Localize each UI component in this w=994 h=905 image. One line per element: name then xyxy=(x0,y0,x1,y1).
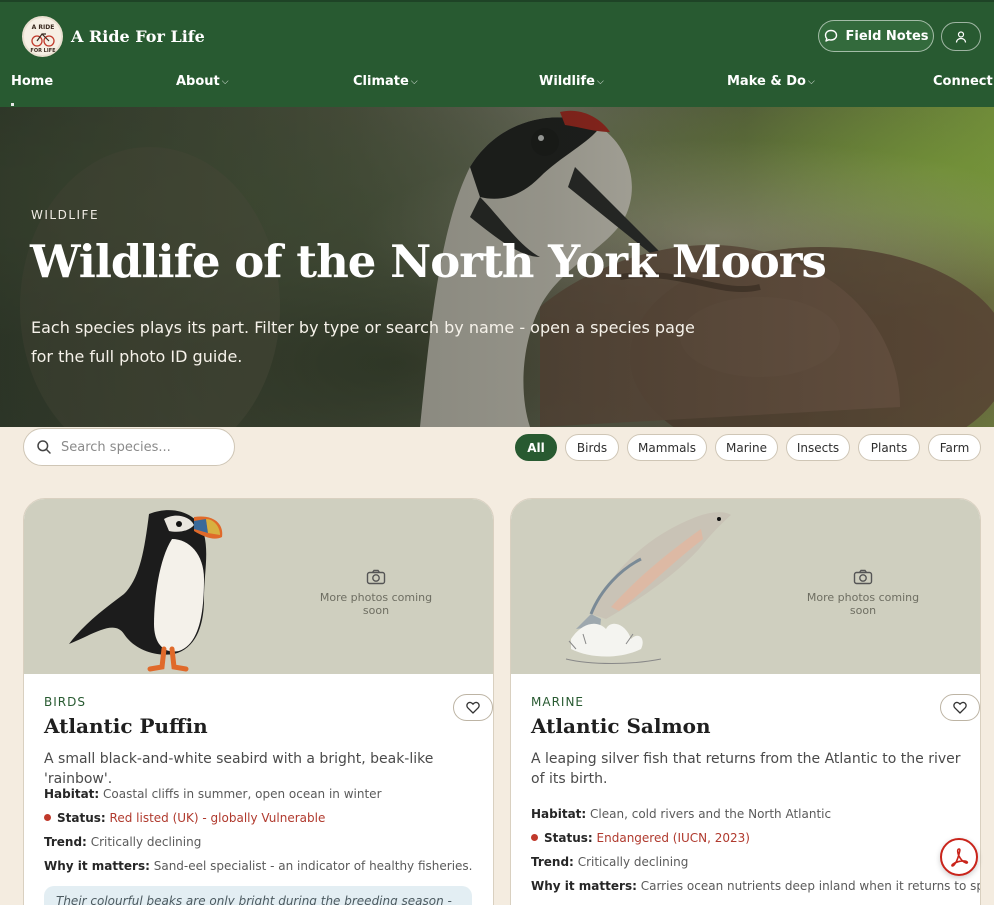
habitat-row: Habitat: Clean, cold rivers and the Nort… xyxy=(531,807,831,821)
filter-insects[interactable]: Insects xyxy=(786,434,850,461)
chevron-down-icon: ⌵ xyxy=(410,76,418,87)
nav-make-do-label: Make & Do xyxy=(727,74,806,89)
trend-row: Trend: Critically declining xyxy=(531,855,688,869)
why-row: Why it matters: Sand-eel specialist - an… xyxy=(44,859,473,873)
why-label: Why it matters: xyxy=(531,879,637,893)
species-card[interactable]: More photos coming soon BIRDS Atlantic P… xyxy=(23,498,494,905)
hero-subtitle: Each species plays its part. Filter by t… xyxy=(31,318,695,366)
field-notes-label: Field Notes xyxy=(845,28,929,44)
heart-icon xyxy=(466,701,480,714)
fun-fact-note: Their colourful beaks are only bright du… xyxy=(44,886,472,905)
habitat-value: Coastal cliffs in summer, open ocean in … xyxy=(103,787,382,801)
species-image: More photos coming soon xyxy=(511,499,980,674)
nav-wildlife-label: Wildlife xyxy=(539,74,595,89)
filter-farm[interactable]: Farm xyxy=(928,434,981,461)
why-value: Sand-eel specialist - an indicator of he… xyxy=(153,859,473,873)
active-nav-indicator xyxy=(11,103,14,106)
habitat-value: Clean, cold rivers and the North Atlanti… xyxy=(590,807,832,821)
species-description: A small black-and-white seabird with a b… xyxy=(44,751,434,787)
trend-value: Critically declining xyxy=(577,855,689,869)
nav-home[interactable]: Home xyxy=(11,74,53,89)
nav-climate-label: Climate xyxy=(353,74,409,89)
nav-about[interactable]: About ⌵ xyxy=(176,74,229,89)
why-value: Carries ocean nutrients deep inland when… xyxy=(640,879,981,893)
nav-connect[interactable]: Connect⌵ xyxy=(933,74,994,89)
photos-coming-soon: More photos coming soon xyxy=(806,591,920,617)
habitat-row: Habitat: Coastal cliffs in summer, open … xyxy=(44,787,382,801)
filter-plants[interactable]: Plants xyxy=(858,434,920,461)
chevron-down-icon: ⌵ xyxy=(221,76,229,87)
photo-placeholder: More photos coming soon xyxy=(311,569,441,617)
nav-climate[interactable]: Climate ⌵ xyxy=(353,74,418,89)
nav-make-do[interactable]: Make & Do ⌵ xyxy=(727,74,815,89)
search-input[interactable] xyxy=(61,439,211,455)
species-image: More photos coming soon xyxy=(24,499,493,674)
camera-icon xyxy=(853,569,873,585)
species-name[interactable]: Atlantic Puffin xyxy=(44,714,208,738)
nav-home-label: Home xyxy=(11,74,54,89)
species-name[interactable]: Atlantic Salmon xyxy=(531,714,711,738)
species-category: MARINE xyxy=(531,695,584,709)
why-row: Why it matters: Carries ocean nutrients … xyxy=(531,879,981,893)
favourite-button[interactable] xyxy=(940,694,980,721)
status-value: Endangered (IUCN, 2023) xyxy=(596,831,750,845)
pdf-icon xyxy=(951,848,969,867)
search-icon xyxy=(37,440,51,454)
why-label: Why it matters: xyxy=(44,859,150,873)
trend-row: Trend: Critically declining xyxy=(44,835,201,849)
nav-about-label: About xyxy=(176,74,220,89)
logo-text-top: A RIDE xyxy=(31,24,54,31)
brand-link[interactable]: A RIDE FOR LIFE A Ride For Life xyxy=(22,16,205,57)
user-icon xyxy=(955,30,967,43)
photos-coming-soon: More photos coming soon xyxy=(319,591,433,617)
photo-placeholder: More photos coming soon xyxy=(798,569,928,617)
pdf-download-button[interactable] xyxy=(940,838,978,876)
hero-kicker: WILDLIFE xyxy=(31,208,100,222)
status-dot-icon xyxy=(44,814,51,821)
chevron-down-icon: ⌵ xyxy=(807,76,815,87)
field-notes-button[interactable]: Field Notes xyxy=(818,20,934,52)
status-label: Status: xyxy=(544,831,593,845)
filter-all[interactable]: All xyxy=(515,434,557,461)
habitat-label: Habitat: xyxy=(531,807,587,821)
trend-label: Trend: xyxy=(44,835,87,849)
filter-mammals[interactable]: Mammals xyxy=(627,434,707,461)
heart-icon xyxy=(953,701,967,714)
page-title: Wildlife of the North York Moors xyxy=(30,235,827,288)
camera-icon xyxy=(366,569,386,585)
filter-birds[interactable]: Birds xyxy=(565,434,619,461)
chevron-down-icon: ⌵ xyxy=(596,76,604,87)
site-header: A RIDE FOR LIFE A Ride For Life Field No… xyxy=(0,0,994,107)
brand-name[interactable]: A Ride For Life xyxy=(71,27,205,46)
puffin-illustration xyxy=(69,510,223,672)
logo-text-bottom: FOR LIFE xyxy=(30,48,56,54)
chat-bubble-icon xyxy=(825,29,838,42)
status-row: Status: Red listed (UK) - globally Vulne… xyxy=(44,811,325,825)
nav-wildlife[interactable]: Wildlife ⌵ xyxy=(539,74,604,89)
favourite-button[interactable] xyxy=(453,694,493,721)
habitat-label: Habitat: xyxy=(44,787,100,801)
status-label: Status: xyxy=(57,811,106,825)
hero-banner: WILDLIFE Wildlife of the North York Moor… xyxy=(0,107,994,427)
nav-connect-label: Connect xyxy=(933,74,993,89)
filter-marine[interactable]: Marine xyxy=(715,434,778,461)
species-search[interactable] xyxy=(23,428,235,466)
species-card[interactable]: More photos coming soon MARINE Atlantic … xyxy=(510,498,981,905)
species-category: BIRDS xyxy=(44,695,86,709)
species-description: A leaping silver fish that returns from … xyxy=(531,751,961,787)
account-button[interactable] xyxy=(941,22,981,51)
status-value: Red listed (UK) - globally Vulnerable xyxy=(109,811,326,825)
logo-icon: A RIDE FOR LIFE xyxy=(22,16,63,57)
status-dot-icon xyxy=(531,834,538,841)
trend-label: Trend: xyxy=(531,855,574,869)
status-row: Status: Endangered (IUCN, 2023) xyxy=(531,831,750,845)
salmon-illustration xyxy=(565,512,731,664)
trend-value: Critically declining xyxy=(90,835,202,849)
